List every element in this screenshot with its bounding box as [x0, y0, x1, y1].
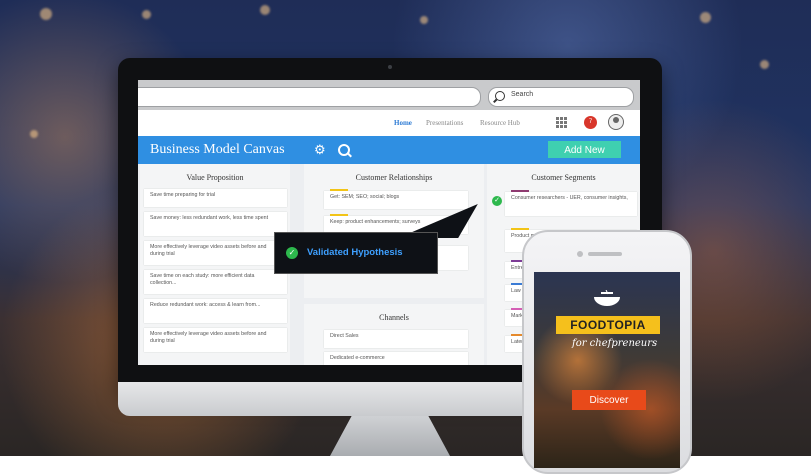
discover-button[interactable]: Discover [572, 390, 646, 410]
canvas-header: Business Model Canvas ⚙ Add New [138, 136, 640, 164]
foodtopia-logo: FOODTOPIA [556, 316, 660, 334]
card-text: Get: SEM; SEO; social; blogs [330, 194, 400, 200]
card[interactable]: Save time on each study: more efficient … [144, 270, 287, 294]
check-icon: ✓ [286, 247, 298, 259]
url-bar[interactable] [138, 87, 481, 107]
check-icon: ✓ [492, 196, 502, 206]
card[interactable]: Direct Sales [324, 330, 468, 348]
nav-home[interactable]: Home [394, 119, 412, 127]
phone-camera [577, 251, 583, 257]
apps-grid-icon[interactable] [556, 117, 567, 128]
phone-speaker [588, 252, 622, 256]
bokeh-light [30, 130, 38, 138]
user-avatar-icon[interactable] [608, 114, 624, 130]
search-placeholder: Search [511, 91, 534, 98]
nav-resource-hub[interactable]: Resource Hub [480, 119, 520, 127]
food-bowl-icon [594, 290, 620, 306]
bokeh-light [260, 5, 270, 15]
add-new-button[interactable]: Add New [548, 141, 621, 158]
column-title: Channels [379, 313, 409, 322]
bokeh-light [700, 12, 711, 23]
card-stripe [511, 190, 529, 192]
page-title: Business Model Canvas [150, 142, 285, 157]
search-box[interactable]: Search [488, 87, 634, 107]
gear-icon[interactable]: ⚙ [314, 143, 326, 156]
top-nav: Home Presentations Resource Hub 7 [138, 110, 640, 136]
bokeh-light [40, 8, 52, 20]
card-stripe [511, 228, 529, 230]
column-channels: Channels Direct Sales Dedicated e-commer… [304, 304, 484, 365]
bokeh-light [142, 10, 151, 19]
phone-device: FOODTOPIA for chefpreneurs Discover [522, 230, 692, 474]
column-value-proposition: Value Proposition Save time preparing fo… [140, 164, 290, 365]
card[interactable]: ✓ Consumer researchers - UER, consumer i… [492, 190, 637, 216]
column-title: Customer Relationships [355, 173, 433, 182]
card[interactable]: Save time preparing for trial [144, 189, 287, 207]
tooltip-text: Validated Hypothesis [307, 247, 403, 258]
notification-badge[interactable]: 7 [584, 116, 597, 129]
nav-presentations[interactable]: Presentations [426, 119, 463, 127]
validated-hypothesis-tooltip: ✓ Validated Hypothesis [274, 232, 438, 274]
column-title: Value Proposition [186, 173, 244, 182]
bokeh-light [760, 60, 769, 69]
card[interactable]: More effectively leverage video assets b… [144, 241, 287, 265]
card[interactable]: Save money: less redundant work, less ti… [144, 212, 287, 236]
card-stripe [330, 189, 348, 191]
search-icon[interactable] [338, 144, 350, 156]
camera-dot [388, 65, 392, 69]
search-icon [495, 91, 505, 101]
card-text: Consumer researchers - UER, consumer ins… [511, 195, 628, 201]
column-title: Customer Segments [531, 173, 596, 182]
tagline: for chefpreneurs [572, 338, 658, 349]
card-stripe [330, 214, 348, 216]
browser-toolbar: Search [138, 80, 640, 110]
card[interactable]: Dedicated e-commerce [324, 352, 468, 365]
bokeh-light [420, 16, 428, 24]
card[interactable]: Reduce redundant work: access & learn fr… [144, 299, 287, 323]
phone-screen: FOODTOPIA for chefpreneurs Discover [534, 272, 680, 468]
card[interactable]: More effectively leverage video assets b… [144, 328, 287, 352]
